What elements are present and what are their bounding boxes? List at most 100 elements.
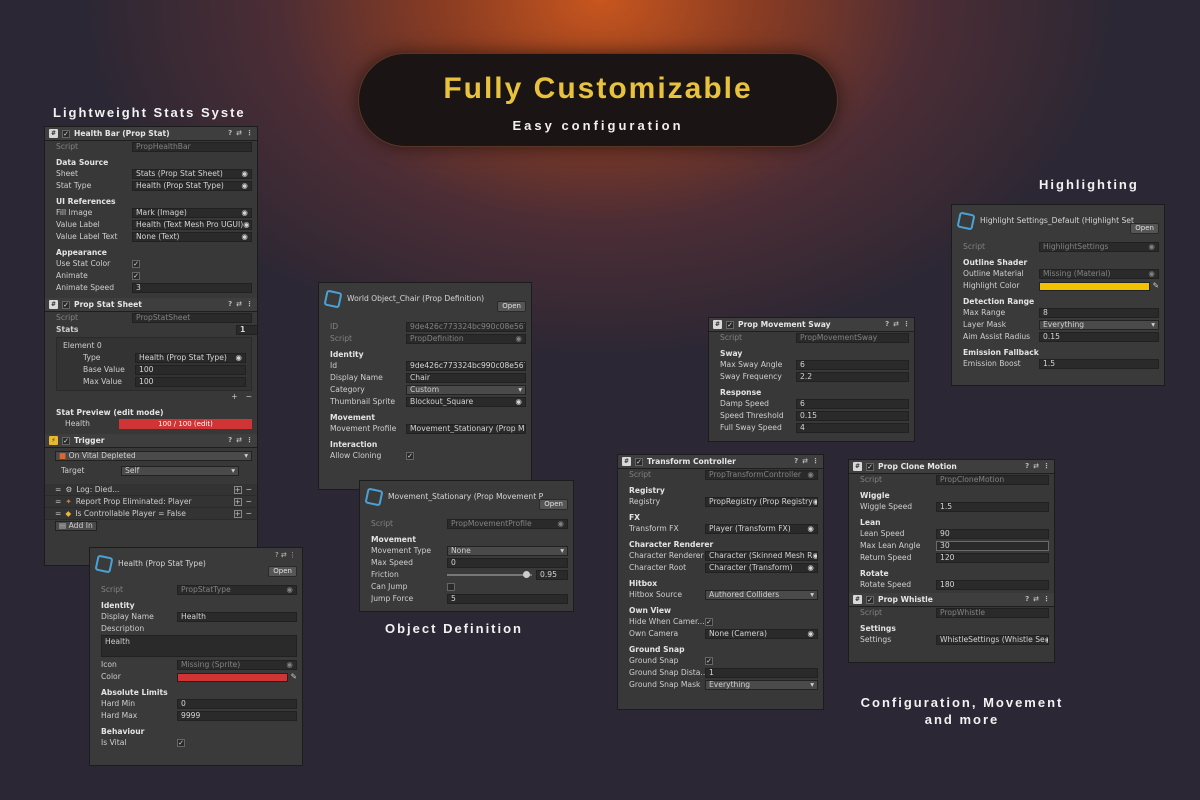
preset-icon[interactable]: ⇄	[236, 301, 242, 308]
remove-element-button[interactable]: −	[246, 393, 252, 401]
add-element-button[interactable]: +	[231, 393, 237, 401]
element-foldout[interactable]: Element 0	[63, 342, 139, 350]
ground-snap-distance-input[interactable]: 1	[705, 668, 818, 678]
emission-boost-input[interactable]: 1.5	[1039, 359, 1159, 369]
display-name-input[interactable]: Chair	[406, 373, 526, 383]
speed-threshold-input[interactable]: 0.15	[796, 411, 909, 421]
ground-snap-checkbox[interactable]: ✓	[705, 657, 713, 665]
max-speed-input[interactable]: 0	[447, 558, 568, 568]
highlight-color-field[interactable]	[1039, 281, 1150, 291]
remove-button[interactable]: −	[246, 486, 252, 494]
more-menu-icon[interactable]: ⋮	[246, 437, 253, 444]
drag-handle-icon[interactable]: =	[55, 498, 61, 506]
value-label-text-field[interactable]: None (Text) ◉	[132, 232, 252, 242]
help-icon[interactable]: ?	[228, 301, 232, 308]
enabled-checkbox[interactable]: ✓	[726, 320, 734, 329]
hard-max-input[interactable]: 9999	[177, 711, 297, 721]
picker-icon[interactable]: ◉	[807, 564, 814, 572]
picker-icon[interactable]: ◉	[286, 661, 293, 669]
action-row[interactable]: = ◆ Is Controllable Player = False + −	[45, 508, 257, 520]
full-sway-speed-input[interactable]: 4	[796, 423, 909, 433]
component-header-health-bar[interactable]: # ✓ Health Bar (Prop Stat) ? ⇄ ⋮	[45, 127, 257, 141]
display-name-input[interactable]: Health	[177, 612, 297, 622]
animate-checkbox[interactable]: ✓	[132, 272, 140, 280]
enabled-checkbox[interactable]: ✓	[866, 462, 874, 471]
own-camera-field[interactable]: None (Camera) ◉	[705, 629, 818, 639]
more-menu-icon[interactable]: ⋮	[1043, 463, 1050, 470]
is-vital-checkbox[interactable]: ✓	[177, 739, 185, 747]
open-button[interactable]: Open	[497, 301, 526, 312]
enabled-checkbox[interactable]: ✓	[62, 300, 70, 309]
more-menu-icon[interactable]: ⋮	[246, 301, 253, 308]
picker-icon[interactable]: ◉	[241, 170, 248, 178]
color-field[interactable]	[177, 672, 288, 682]
description-textarea[interactable]: Health	[101, 635, 297, 657]
character-renderer-field[interactable]: Character (Skinned Mesh R◉	[705, 551, 818, 561]
picker-icon[interactable]: ◉	[235, 354, 242, 362]
hide-when-camera-checkbox[interactable]: ✓	[705, 618, 713, 626]
help-icon[interactable]: ?	[885, 321, 889, 328]
hitbox-source-dropdown[interactable]: Authored Colliders ▾	[705, 590, 818, 600]
component-header-trigger[interactable]: ⚡ ✓ Trigger ? ⇄ ⋮	[45, 434, 257, 448]
open-button[interactable]: Open	[539, 499, 568, 510]
sheet-field[interactable]: Stats (Prop Stat Sheet) ◉	[132, 169, 252, 179]
preset-icon[interactable]: ⇄	[1033, 463, 1039, 470]
ground-snap-mask-dropdown[interactable]: Everything ▾	[705, 680, 818, 690]
type-field[interactable]: Health (Prop Stat Type) ◉	[135, 353, 246, 363]
max-value-input[interactable]: 100	[135, 377, 246, 387]
damp-speed-input[interactable]: 6	[796, 399, 909, 409]
help-icon[interactable]: ?	[228, 130, 232, 137]
movement-profile-field[interactable]: Movement_Stationary (Prop M◉	[406, 424, 526, 434]
layer-mask-dropdown[interactable]: Everything ▾	[1039, 320, 1159, 330]
rotate-speed-input[interactable]: 180	[936, 580, 1049, 590]
drag-handle-icon[interactable]: =	[55, 486, 61, 494]
remove-button[interactable]: −	[246, 498, 252, 506]
drag-handle-icon[interactable]: =	[55, 510, 61, 518]
help-icon[interactable]: ?	[228, 437, 232, 444]
target-dropdown[interactable]: Self ▾	[121, 466, 239, 476]
help-icon[interactable]: ?	[1025, 596, 1029, 603]
action-row[interactable]: = ✦ Report Prop Eliminated: Player + −	[45, 496, 257, 508]
base-value-input[interactable]: 100	[135, 365, 246, 375]
preset-icon[interactable]: ⇄	[236, 130, 242, 137]
picker-icon[interactable]: ◉	[807, 525, 814, 533]
max-sway-angle-input[interactable]: 6	[796, 360, 909, 370]
picker-icon[interactable]: ◉	[241, 182, 248, 190]
picker-icon[interactable]: ◉	[1148, 270, 1155, 278]
stats-list-label[interactable]: Stats	[56, 326, 236, 334]
header-buttons-icon[interactable]: ? ⇄ ⋮	[275, 552, 296, 559]
use-stat-color-checkbox[interactable]: ✓	[132, 260, 140, 268]
preset-icon[interactable]: ⇄	[893, 321, 899, 328]
id-input[interactable]: 9de426c773324bc990c08e567535	[406, 361, 526, 371]
can-jump-checkbox[interactable]	[447, 583, 455, 591]
add-action-button[interactable]: ▤ Add In	[55, 521, 97, 531]
picker-icon[interactable]: ◉	[515, 398, 522, 406]
aim-assist-radius-input[interactable]: 0.15	[1039, 332, 1159, 342]
max-range-input[interactable]: 8	[1039, 308, 1159, 318]
picker-icon[interactable]: ◉	[813, 498, 817, 506]
component-header-clone-motion[interactable]: # ✓ Prop Clone Motion ? ⇄ ⋮	[849, 460, 1054, 474]
friction-slider[interactable]	[447, 571, 532, 578]
more-menu-icon[interactable]: ⋮	[246, 130, 253, 137]
component-header-whistle[interactable]: # ✓ Prop Whistle ? ⇄ ⋮	[849, 593, 1054, 607]
preset-icon[interactable]: ⇄	[802, 458, 808, 465]
preset-icon[interactable]: ⇄	[236, 437, 242, 444]
registry-field[interactable]: PropRegistry (Prop Registry◉	[705, 497, 818, 507]
animate-speed-input[interactable]: 3	[132, 283, 252, 293]
icon-field[interactable]: Missing (Sprite) ◉	[177, 660, 297, 670]
enabled-checkbox[interactable]: ✓	[62, 129, 70, 138]
expand-icon[interactable]: +	[233, 485, 242, 494]
friction-input[interactable]: 0.95	[536, 570, 568, 580]
picker-icon[interactable]: ◉	[241, 233, 248, 241]
more-menu-icon[interactable]: ⋮	[1043, 596, 1050, 603]
allow-cloning-checkbox[interactable]: ✓	[406, 452, 414, 460]
help-icon[interactable]: ?	[794, 458, 798, 465]
hard-min-input[interactable]: 0	[177, 699, 297, 709]
picker-icon[interactable]: ◉	[1045, 636, 1048, 644]
whistle-settings-field[interactable]: WhistleSettings (Whistle Se◉	[936, 635, 1049, 645]
help-icon[interactable]: ?	[1025, 463, 1029, 470]
action-row[interactable]: = ⚙ Log: Died... + −	[45, 484, 257, 496]
enabled-checkbox[interactable]: ✓	[866, 595, 874, 604]
more-menu-icon[interactable]: ⋮	[812, 458, 819, 465]
thumbnail-field[interactable]: Blockout_Square ◉	[406, 397, 526, 407]
